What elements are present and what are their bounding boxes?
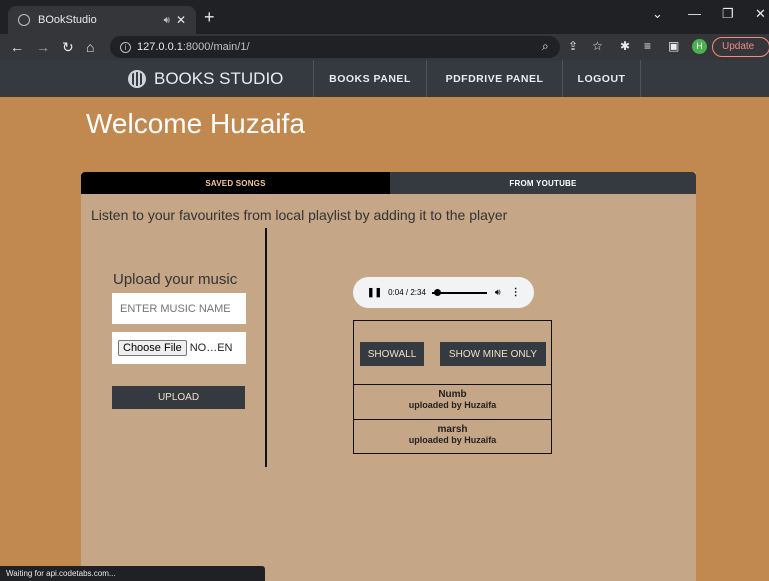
share-icon[interactable]: ⇪ bbox=[568, 39, 578, 53]
zoom-icon[interactable]: ⌕ bbox=[542, 39, 549, 54]
tab-saved-songs[interactable]: SAVED SONGS bbox=[81, 172, 390, 194]
speaker-icon[interactable]: 🔊︎ bbox=[164, 15, 170, 26]
reload-icon[interactable]: ↻ bbox=[62, 38, 74, 56]
song-name: marsh bbox=[437, 424, 468, 435]
nav-books-panel[interactable]: BOOKS PANEL bbox=[313, 60, 426, 97]
browser-tab[interactable]: BOokStudio 🔊︎ ✕ bbox=[8, 6, 196, 34]
home-icon[interactable]: ⌂ bbox=[86, 38, 94, 56]
books-logo-icon bbox=[128, 69, 146, 88]
pause-icon[interactable]: ❚❚ bbox=[367, 287, 382, 298]
info-icon[interactable]: i bbox=[120, 41, 131, 53]
media-control-icon[interactable]: ≡ bbox=[644, 39, 651, 53]
song-name: Numb bbox=[438, 389, 467, 400]
seek-slider[interactable] bbox=[431, 288, 487, 296]
close-window-icon[interactable]: ✕ bbox=[755, 6, 766, 22]
brand[interactable]: BOOKS STUDIO bbox=[128, 60, 283, 97]
file-input[interactable]: Choose File NO…EN bbox=[112, 332, 246, 364]
brand-name: BOOKS STUDIO bbox=[154, 68, 284, 88]
star-icon[interactable]: ☆ bbox=[592, 39, 603, 53]
upload-title: Upload your music bbox=[113, 271, 238, 288]
list-item[interactable]: marsh uploaded by Huzaifa bbox=[354, 421, 551, 455]
songs-controls: SHOWALL SHOW MINE ONLY bbox=[354, 321, 551, 385]
vertical-divider bbox=[265, 228, 267, 467]
address-bar[interactable]: i 127.0.0.1 :8000/main/1/ bbox=[110, 36, 560, 58]
chevron-down-icon[interactable]: ⌄ bbox=[652, 6, 663, 22]
nav-pdfdrive-panel[interactable]: PDFDRIVE PANEL bbox=[426, 60, 562, 97]
choose-file-button[interactable]: Choose File bbox=[118, 340, 187, 356]
tab-bar: SAVED SONGS FROM YOUTUBE bbox=[81, 172, 696, 194]
list-item[interactable]: Numb uploaded by Huzaifa bbox=[354, 386, 551, 420]
back-icon[interactable]: ← bbox=[10, 38, 24, 56]
song-uploader: uploaded by Huzaifa bbox=[408, 435, 497, 445]
nav-logout[interactable]: LOGOUT bbox=[562, 60, 641, 97]
songs-list: SHOWALL SHOW MINE ONLY Numb uploaded by … bbox=[353, 320, 552, 454]
volume-icon[interactable]: 🔊︎ bbox=[495, 287, 501, 298]
new-tab-button[interactable]: + bbox=[204, 8, 215, 26]
restore-icon[interactable]: ❐ bbox=[722, 6, 734, 22]
globe-icon bbox=[18, 14, 30, 26]
file-status: NO…EN bbox=[189, 342, 233, 354]
profile-avatar[interactable]: H bbox=[692, 39, 707, 54]
player-time: 0:04 / 2:34 bbox=[388, 288, 426, 297]
side-panel-icon[interactable]: ▣ bbox=[668, 39, 679, 53]
extensions-icon[interactable]: ✱ bbox=[620, 39, 630, 53]
show-mine-only-button[interactable]: SHOW MINE ONLY bbox=[440, 342, 546, 366]
music-name-input[interactable] bbox=[112, 293, 246, 324]
browser-toolbar: ← → ↻ ⌂ i 127.0.0.1 :8000/main/1/ ⌕ ⇪ ☆ … bbox=[0, 34, 769, 60]
more-options-icon[interactable]: ⋮ bbox=[511, 287, 521, 298]
url-host: 127.0.0.1 bbox=[137, 41, 183, 53]
tab-title: BOokStudio bbox=[38, 14, 97, 26]
intro-text: Listen to your favourites from local pla… bbox=[91, 207, 508, 223]
forward-icon[interactable]: → bbox=[36, 38, 50, 56]
url-path: :8000/main/1/ bbox=[182, 41, 250, 53]
update-button[interactable]: Update bbox=[712, 37, 769, 57]
audio-player: ❚❚ 0:04 / 2:34 🔊︎ ⋮ bbox=[353, 277, 534, 308]
tab-from-youtube[interactable]: FROM YOUTUBE bbox=[390, 172, 696, 194]
minimize-icon[interactable]: — bbox=[688, 6, 701, 21]
song-uploader: uploaded by Huzaifa bbox=[408, 400, 497, 410]
page-title: Welcome Huzaifa bbox=[86, 108, 305, 139]
close-tab-icon[interactable]: ✕ bbox=[176, 13, 186, 27]
upload-button[interactable]: UPLOAD bbox=[112, 386, 245, 409]
show-all-button[interactable]: SHOWALL bbox=[360, 342, 424, 366]
site-navbar: BOOKS STUDIO BOOKS PANEL PDFDRIVE PANEL … bbox=[0, 60, 769, 97]
browser-status-bar: Waiting for api.codetabs.com... bbox=[0, 566, 265, 581]
browser-tab-strip: BOokStudio 🔊︎ ✕ + ⌄ — ❐ ✕ bbox=[0, 0, 769, 34]
